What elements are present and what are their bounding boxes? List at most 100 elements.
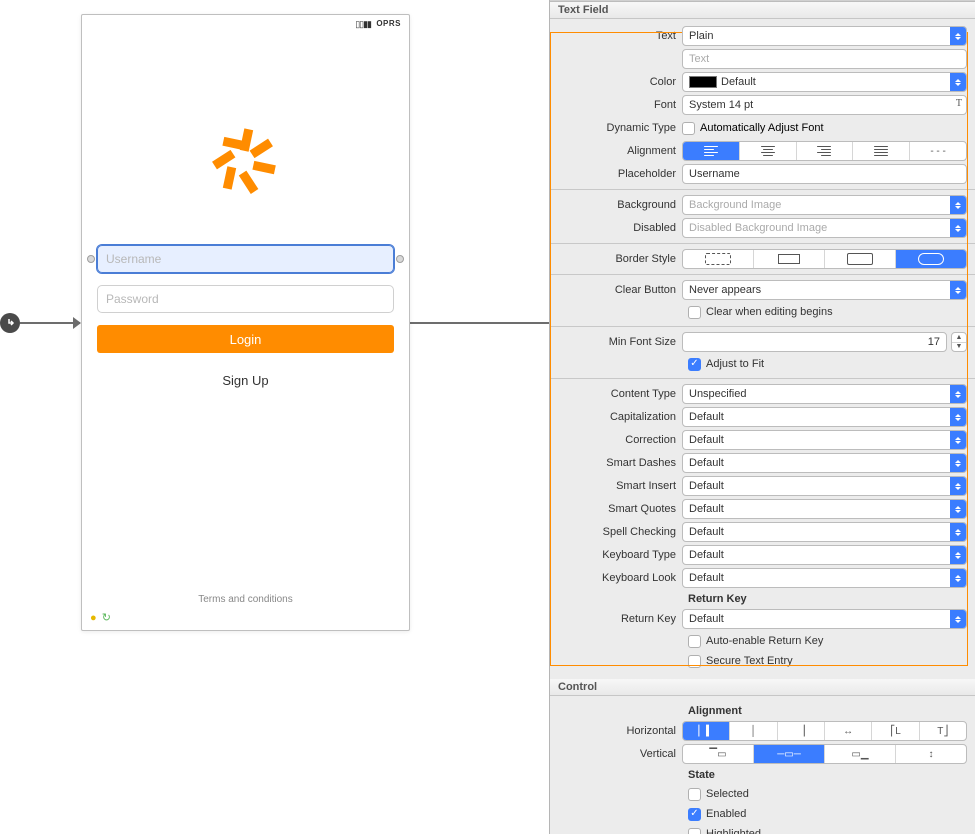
password-field-wrap[interactable] [97, 285, 394, 313]
selection-handle-left[interactable] [87, 255, 95, 263]
min-font-size-input[interactable] [682, 332, 947, 352]
halign-fill-icon[interactable]: ↔ [824, 722, 871, 740]
horizontal-label: Horizontal [558, 725, 676, 737]
content-type-select[interactable]: Unspecified [682, 384, 967, 404]
view-controller-frame[interactable]: ▯▯▮▮ OPRS Login [81, 14, 410, 631]
halign-left-icon[interactable]: ▏▍ [683, 722, 729, 740]
secure-text-label: Secure Text Entry [706, 655, 793, 667]
border-line-icon[interactable] [753, 250, 824, 268]
smart-insert-select[interactable]: Default [682, 476, 967, 496]
divider [550, 274, 975, 275]
section-title-text-field: Text Field [550, 2, 975, 19]
text-style-select[interactable]: Plain [682, 26, 967, 46]
disabled-select[interactable]: Disabled Background Image [682, 218, 967, 238]
divider [550, 243, 975, 244]
vertical-align-segmented[interactable]: ▔▭ ─▭─ ▭▁ ↕ [682, 744, 967, 764]
spell-checking-label: Spell Checking [558, 526, 676, 538]
keyboard-look-select[interactable]: Default [682, 568, 967, 588]
min-font-size-stepper[interactable]: ▲▼ [951, 332, 967, 352]
adjust-to-fit-checkbox[interactable] [688, 358, 701, 371]
section-title-control: Control [550, 679, 975, 696]
highlighted-checkbox[interactable] [688, 828, 701, 834]
smart-dashes-select[interactable]: Default [682, 453, 967, 473]
storyboard-canvas[interactable]: ▯▯▮▮ OPRS Login [0, 0, 549, 834]
adjust-to-fit-label: Adjust to Fit [706, 358, 764, 370]
password-input[interactable] [97, 285, 394, 313]
spell-checking-select[interactable]: Default [682, 522, 967, 542]
secure-text-checkbox[interactable] [688, 655, 701, 668]
divider [550, 189, 975, 190]
app-logo-icon [211, 125, 281, 195]
halign-center-icon[interactable]: │ [729, 722, 776, 740]
return-key-label: Return Key [558, 613, 676, 625]
halign-trailing-icon[interactable]: T⎦ [919, 722, 966, 740]
smart-quotes-select[interactable]: Default [682, 499, 967, 519]
text-value-input[interactable] [682, 49, 967, 69]
border-rounded-icon[interactable] [895, 250, 966, 268]
disabled-label: Disabled [558, 222, 676, 234]
correction-label: Correction [558, 434, 676, 446]
valign-top-icon[interactable]: ▔▭ [683, 745, 753, 763]
warnings-bar[interactable]: ● ↻ [90, 611, 113, 624]
color-label: Color [558, 76, 676, 88]
carrier-label: OPRS [376, 19, 401, 28]
border-style-segmented[interactable] [682, 249, 967, 269]
placeholder-input[interactable] [682, 164, 967, 184]
align-left-icon[interactable] [683, 142, 739, 160]
keyboard-type-label: Keyboard Type [558, 549, 676, 561]
color-select[interactable]: Default [682, 72, 967, 92]
text-label: Text [558, 30, 676, 42]
username-input[interactable] [97, 245, 394, 273]
valign-fill-icon[interactable]: ↕ [895, 745, 966, 763]
signup-link[interactable]: Sign Up [82, 373, 409, 388]
color-swatch [689, 76, 717, 88]
divider [550, 378, 975, 379]
keyboard-type-select[interactable]: Default [682, 545, 967, 565]
border-none-icon[interactable] [683, 250, 753, 268]
valign-center-icon[interactable]: ─▭─ [753, 745, 824, 763]
align-right-icon[interactable] [796, 142, 853, 160]
return-key-header: Return Key [558, 590, 967, 608]
dynamic-type-checkbox[interactable] [682, 122, 695, 135]
valign-bottom-icon[interactable]: ▭▁ [824, 745, 895, 763]
placeholder-label: Placeholder [558, 168, 676, 180]
selection-handle-right[interactable] [396, 255, 404, 263]
font-select[interactable]: System 14 ptT [682, 95, 967, 115]
alignment-segmented[interactable]: - - - [682, 141, 967, 161]
auto-enable-return-checkbox[interactable] [688, 635, 701, 648]
background-select[interactable]: Background Image [682, 195, 967, 215]
smart-dashes-label: Smart Dashes [558, 457, 676, 469]
align-center-icon[interactable] [739, 142, 796, 160]
login-button[interactable]: Login [97, 325, 394, 353]
auto-enable-return-label: Auto-enable Return Key [706, 635, 823, 647]
halign-leading-icon[interactable]: ⎡L [871, 722, 918, 740]
capitalization-label: Capitalization [558, 411, 676, 423]
smart-insert-label: Smart Insert [558, 480, 676, 492]
clear-button-label: Clear Button [558, 284, 676, 296]
connection-line [410, 322, 549, 324]
signal-icon: ▯▯▮▮ [355, 19, 371, 30]
segue-line [20, 322, 80, 324]
terms-link[interactable]: Terms and conditions [82, 594, 409, 605]
font-picker-icon[interactable]: T [956, 98, 962, 109]
align-natural-icon[interactable]: - - - [909, 142, 966, 160]
dynamic-type-label: Dynamic Type [558, 122, 676, 134]
attributes-inspector[interactable]: Text Field Text Plain Color Default Font… [549, 0, 975, 834]
username-field-wrap[interactable] [97, 245, 394, 273]
min-font-size-label: Min Font Size [558, 336, 676, 348]
clear-editing-checkbox[interactable] [688, 306, 701, 319]
vertical-label: Vertical [558, 748, 676, 760]
return-key-select[interactable]: Default [682, 609, 967, 629]
segue-arrow-icon [73, 317, 81, 329]
halign-right-icon[interactable]: ▕ [777, 722, 824, 740]
enabled-checkbox[interactable] [688, 808, 701, 821]
clear-editing-label: Clear when editing begins [706, 306, 833, 318]
align-justify-icon[interactable] [852, 142, 909, 160]
clear-button-select[interactable]: Never appears [682, 280, 967, 300]
capitalization-select[interactable]: Default [682, 407, 967, 427]
correction-select[interactable]: Default [682, 430, 967, 450]
horizontal-align-segmented[interactable]: ▏▍ │ ▕ ↔ ⎡L T⎦ [682, 721, 967, 741]
border-bezel-icon[interactable] [824, 250, 895, 268]
selected-checkbox[interactable] [688, 788, 701, 801]
dynamic-type-check-label: Automatically Adjust Font [700, 122, 824, 134]
